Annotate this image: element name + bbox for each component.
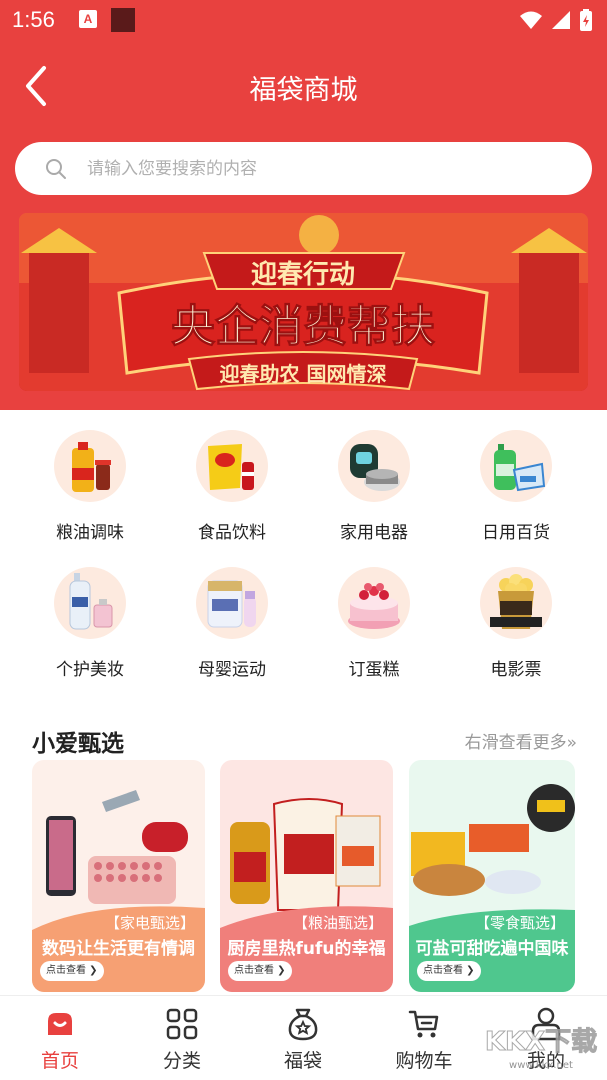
category-label: 母婴运动 [198, 660, 266, 680]
see-more-link[interactable]: 右滑查看更多» [465, 728, 577, 753]
home-icon [15, 1006, 105, 1042]
category-movie-ticket[interactable]: 电影票 [446, 567, 586, 680]
banner-headline: 央企消费帮扶 [171, 301, 435, 352]
category-label: 家用电器 [340, 523, 408, 543]
category-appliance[interactable]: 家用电器 [304, 430, 444, 543]
category-cake[interactable]: 订蛋糕 [304, 567, 444, 680]
featured-card-snacks[interactable]: 【零食甄选】 可盐可甜吃遍中国味 点击查看 ❯ [409, 760, 575, 992]
category-cosmetics[interactable]: 个护美妆 [20, 567, 160, 680]
category-daily-goods[interactable]: 日用百货 [446, 430, 586, 543]
category-label: 个护美妆 [56, 660, 124, 680]
wifi-icon [520, 11, 542, 29]
card-caption: 数码让生活更有情调 [42, 939, 195, 959]
oil-bottle-icon [54, 430, 126, 502]
app-notification-icon [111, 8, 135, 32]
tab-lucky-bag[interactable]: 福袋 [258, 1006, 348, 1073]
category-label: 日用百货 [482, 523, 550, 543]
search-icon [46, 159, 66, 179]
banner-artwork: 迎春行动 央企消费帮扶 迎春助农 国网情深 [19, 213, 588, 391]
status-bar: 1:56 A [0, 0, 607, 40]
popcorn-icon [480, 567, 552, 639]
svg-text:www.kkx.net: www.kkx.net [509, 1060, 573, 1071]
site-watermark: KKX下载 www.kkx.net [481, 1016, 601, 1074]
cart-icon [379, 1006, 469, 1042]
featured-section-header: 小爱甄选 右滑查看更多» [0, 722, 607, 762]
battery-icon [580, 9, 592, 31]
card-tag: 【零食甄选】 [474, 914, 565, 932]
appliance-icon [338, 430, 410, 502]
snacks-icon [196, 430, 268, 502]
cosmetics-icon [54, 567, 126, 639]
category-label: 订蛋糕 [348, 660, 400, 680]
signal-icon [552, 11, 570, 29]
tab-label: 购物车 [395, 1050, 453, 1072]
card-tag: 【家电甄选】 [104, 914, 195, 932]
card-caption: 厨房里热fufu的幸福 [227, 939, 386, 959]
daily-goods-icon [480, 430, 552, 502]
nav-bar: 福袋商城 [0, 52, 607, 122]
cake-icon [338, 567, 410, 639]
category-food-drink[interactable]: 食品饮料 [162, 430, 302, 543]
lucky-bag-icon [258, 1006, 348, 1042]
tab-label: 分类 [162, 1050, 201, 1072]
category-label: 食品饮料 [198, 523, 266, 543]
category-grain-oil[interactable]: 粮油调味 [20, 430, 160, 543]
notification-icon: A [79, 10, 97, 28]
view-button[interactable]: 点击查看 ❯ [417, 961, 481, 981]
tab-cart[interactable]: 购物车 [379, 1006, 469, 1073]
featured-card-grain-oil[interactable]: 【粮油甄选】 厨房里热fufu的幸福 点击查看 ❯ [220, 760, 393, 992]
tab-home[interactable]: 首页 [15, 1006, 105, 1073]
view-button[interactable]: 点击查看 ❯ [40, 961, 104, 981]
tab-label: 首页 [40, 1050, 79, 1072]
card-caption: 可盐可甜吃遍中国味 [415, 939, 569, 959]
featured-carousel[interactable]: 【家电甄选】 数码让生活更有情调 点击查看 ❯ 【粮油甄选】 厨房里热fufu的… [0, 760, 607, 993]
category-label: 电影票 [490, 660, 542, 680]
promo-banner[interactable]: 迎春行动 央企消费帮扶 迎春助农 国网情深 [19, 213, 588, 391]
search-input[interactable] [87, 142, 567, 195]
search-bar[interactable] [15, 142, 592, 195]
tab-label: 福袋 [283, 1050, 322, 1072]
page-title: 福袋商城 [249, 75, 358, 106]
view-button[interactable]: 点击查看 ❯ [228, 961, 292, 981]
banner-ribbon: 迎春助农 国网情深 [220, 362, 387, 386]
tab-category[interactable]: 分类 [137, 1006, 227, 1073]
bottom-tab-bar: 首页 分类 福袋 购物车 我的 KKX下载 www.kkx.net [0, 995, 607, 1080]
banner-kicker: 迎春行动 [251, 259, 355, 290]
section-title: 小爱甄选 [32, 731, 124, 757]
featured-card-electronics[interactable]: 【家电甄选】 数码让生活更有情调 点击查看 ❯ [32, 760, 205, 992]
status-time: 1:56 [12, 7, 55, 32]
category-label: 粮油调味 [56, 523, 124, 543]
grid-icon [137, 1006, 227, 1042]
card-tag: 【粮油甄选】 [292, 914, 383, 932]
watermark-logo: KKX下载 www.kkx.net [484, 1027, 597, 1072]
baby-formula-icon [196, 567, 268, 639]
category-baby-sports[interactable]: 母婴运动 [162, 567, 302, 680]
svg-text:KKX下载: KKX下载 [485, 1027, 597, 1057]
